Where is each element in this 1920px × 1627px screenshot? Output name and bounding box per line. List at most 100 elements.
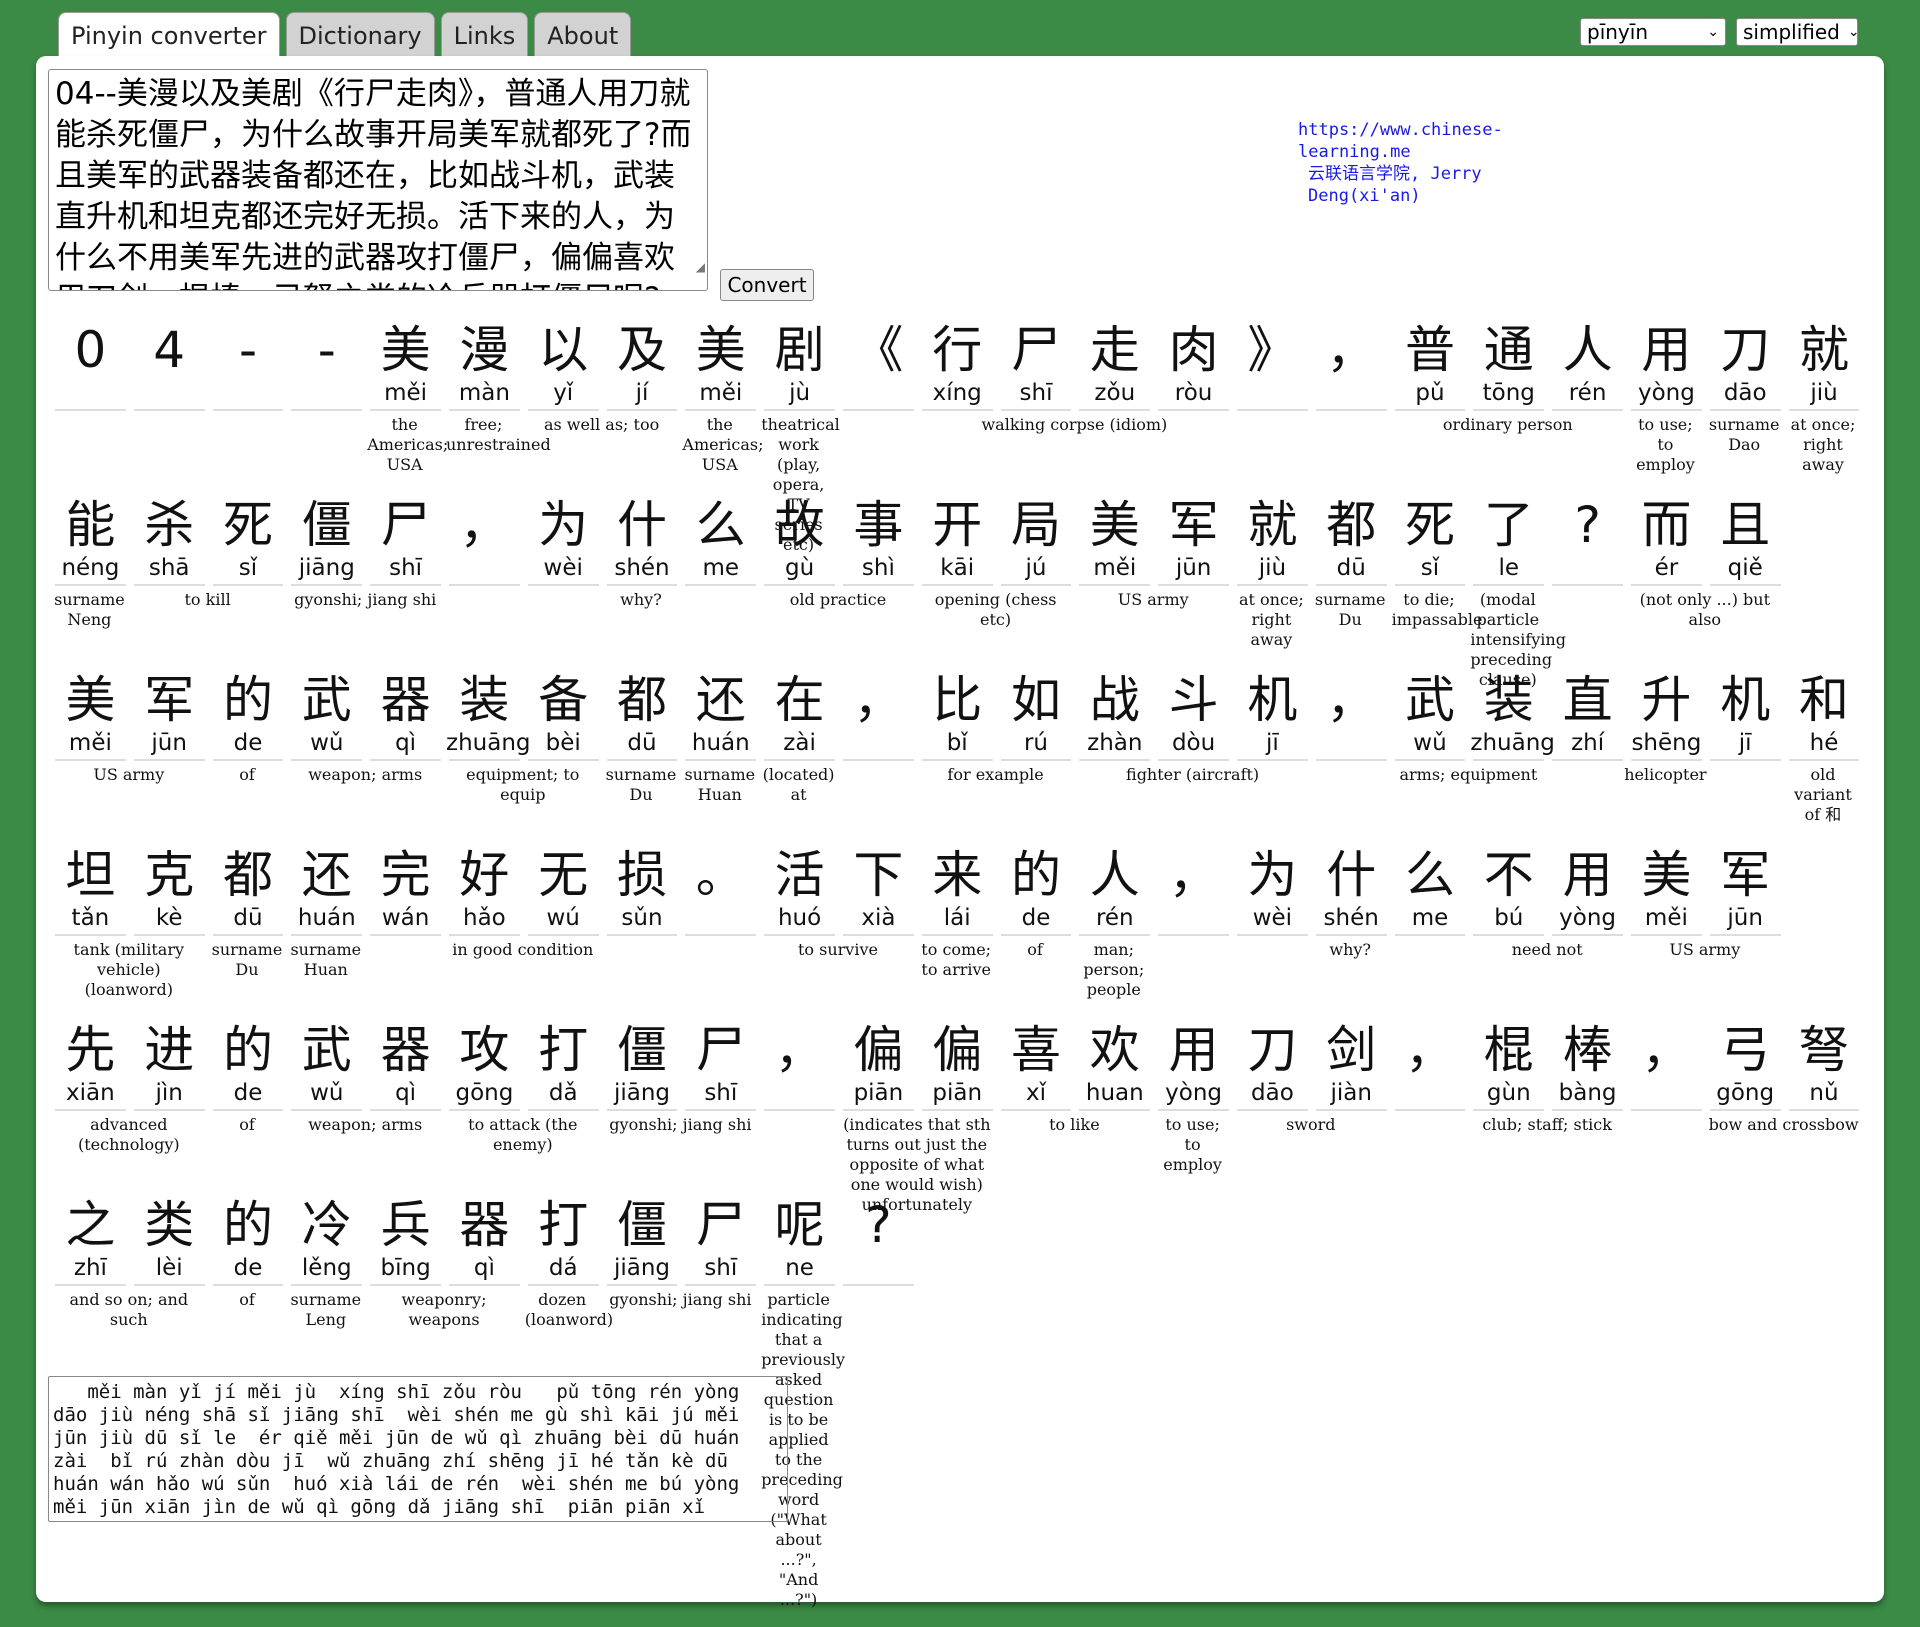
hanzi-char: 武	[301, 671, 352, 729]
pinyin-label: dòu	[1171, 730, 1216, 756]
pinyin-label: sǔn	[621, 905, 663, 931]
definition-text: dozen (loanword)	[524, 1290, 614, 1329]
tab-about[interactable]: About	[534, 12, 632, 58]
pinyin-label: rén	[1568, 380, 1607, 406]
cell-divider	[370, 934, 441, 936]
char-cell: 武 wǔ	[288, 671, 365, 761]
hanzi-char: 的	[222, 671, 273, 729]
credit-url-link[interactable]: https://www.chinese-learning.me	[1298, 119, 1558, 163]
tab-links[interactable]: Links	[440, 12, 529, 58]
cell-divider	[1788, 1109, 1860, 1111]
cell-divider	[527, 409, 599, 411]
char-cell: ，	[1313, 671, 1390, 761]
resize-grip-icon[interactable]: ◢	[696, 247, 705, 288]
cell-divider	[1237, 759, 1308, 761]
definition-text: US army	[93, 765, 165, 784]
pinyin-label: qì	[395, 730, 417, 756]
char-cell: 4	[131, 321, 208, 411]
cell-divider	[1709, 584, 1781, 586]
pinyin-label	[1234, 379, 1311, 409]
pinyin-label: me	[1411, 905, 1449, 931]
hanzi-char: 之	[65, 1196, 116, 1254]
chinese-text-input[interactable]: 04--美漫以及美剧《行尸走肉》，普通人用刀就能杀死僵尸，为什么故事开局美军就都…	[48, 69, 708, 291]
conversion-row: 之 zhī 类 lèi 的 de 冷 lěng 兵 bīng 器 qì 打 dá 僵 jiāng 尸 shī 呢 ne…	[52, 1196, 1868, 1609]
char-cell: 都 dū	[1313, 496, 1390, 586]
definition-text: old practice	[789, 590, 887, 609]
pinyin-label: rén	[1095, 905, 1134, 931]
cell-divider	[1631, 409, 1702, 411]
cell-divider	[843, 409, 914, 411]
hanzi-char: 军	[1168, 496, 1219, 554]
pinyin-label: měi	[699, 380, 743, 406]
pinyin-label: gùn	[1486, 1080, 1531, 1106]
char-cell: 剑 jiàn	[1313, 1021, 1390, 1111]
char-cell: 。	[682, 846, 759, 936]
cell-divider	[921, 409, 993, 411]
option-selects: pīnyīn ⌄ simplified ⌄	[1580, 18, 1860, 46]
cell-divider	[1631, 584, 1702, 586]
hanzi-char: 升	[1641, 671, 1692, 729]
output-line: jūn jiù dū sǐ le ér qiě měi jūn de wǔ qì…	[53, 1427, 740, 1449]
cell-divider	[764, 1284, 835, 1286]
credit-block: https://www.chinese-learning.me 云联语言学院, …	[1298, 119, 1558, 207]
char-cell: 能 néng	[52, 496, 129, 586]
char-cell: 尸 shī	[682, 1196, 759, 1286]
pinyin-label: zhuāng	[446, 730, 531, 756]
pinyin-label: huan	[1085, 1080, 1144, 1106]
hanzi-char: ，	[853, 671, 904, 729]
hanzi-char: 攻	[459, 1021, 510, 1079]
definition-text: why?	[1329, 940, 1371, 959]
cell-divider	[1158, 759, 1229, 761]
hanzi-char: 么	[695, 496, 746, 554]
hanzi-char: 开	[932, 496, 983, 554]
cell-divider	[1473, 409, 1545, 411]
pinyin-label: dū	[627, 730, 657, 756]
pinyin-label: wǔ	[310, 1080, 344, 1106]
hanzi-char: ，	[1326, 671, 1377, 729]
pinyin-label: wán	[381, 905, 430, 931]
char-cell: ，	[1628, 1021, 1705, 1111]
definition-text: to come; to arrive	[921, 940, 992, 979]
char-cell: 都 dū	[604, 671, 681, 761]
pinyin-label	[840, 379, 917, 409]
pinyin-label: zài	[783, 730, 816, 756]
definition-text: gyonshi; jiang shi	[609, 1290, 752, 1309]
char-cell: 用 yòng	[1628, 321, 1705, 411]
hanzi-char: 走	[1089, 321, 1140, 379]
cell-divider	[291, 584, 363, 586]
convert-button[interactable]: Convert	[720, 269, 814, 301]
pinyin-label: rú	[1023, 730, 1049, 756]
pinyin-label: néng	[61, 555, 120, 581]
pinyin-label: xǐ	[1025, 1080, 1046, 1106]
definition-text: and so on; and such	[69, 1290, 189, 1329]
pinyin-label: yòng	[1637, 380, 1695, 406]
pinyin-label: de	[1021, 905, 1051, 931]
cell-divider	[291, 759, 363, 761]
char-cell: 《	[840, 321, 917, 411]
hanzi-char: 偏	[853, 1021, 904, 1079]
definition-text: sword	[1286, 1115, 1336, 1134]
tab-dictionary[interactable]: Dictionary	[285, 12, 435, 58]
cell-divider	[55, 1109, 126, 1111]
pinyin-label: shī	[1019, 380, 1053, 406]
pinyin-label	[288, 379, 365, 409]
cell-divider	[1158, 1109, 1229, 1111]
hanzi-char: 局	[1010, 496, 1061, 554]
cell-divider	[133, 759, 205, 761]
hanzi-char: 坦	[65, 846, 116, 904]
cell-divider	[212, 759, 284, 761]
hanzi-char: 军	[144, 671, 195, 729]
definition-text: surname Du	[1314, 590, 1386, 629]
hanzi-char: 弓	[1720, 1021, 1771, 1079]
pinyin-mode-select[interactable]: pīnyīn ⌄	[1580, 18, 1726, 46]
cell-divider	[370, 409, 441, 411]
char-cell: 无 wú	[525, 846, 602, 936]
pinyin-output-textarea[interactable]: měi màn yǐ jí měi jù xíng shī zǒu ròu pǔ…	[48, 1376, 788, 1522]
cell-divider	[685, 584, 757, 586]
hanzi-char: -	[238, 321, 258, 379]
cell-divider	[606, 584, 678, 586]
cell-divider	[1315, 409, 1387, 411]
definition-text: for example	[947, 765, 1044, 784]
char-cell: 美 měi	[367, 321, 444, 411]
script-select[interactable]: simplified ⌄	[1736, 18, 1860, 46]
